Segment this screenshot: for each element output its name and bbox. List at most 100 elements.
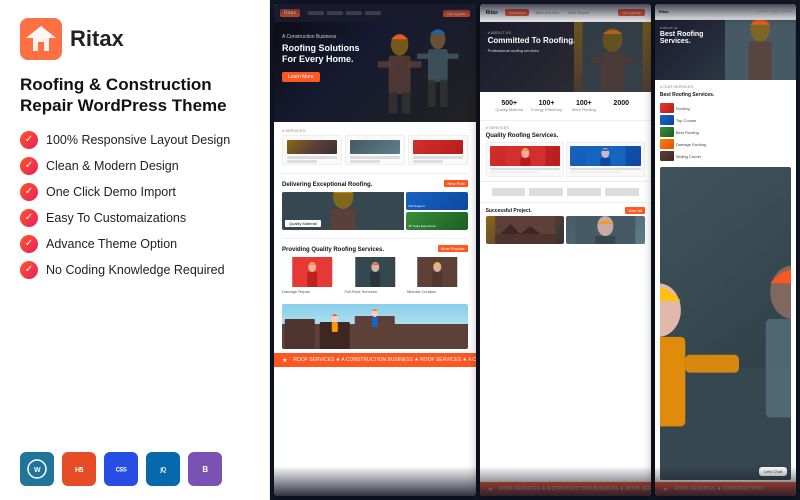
service-list-item: Damage Roofing bbox=[660, 139, 791, 149]
left-panel: Ritax Roofing & ConstructionRepair WordP… bbox=[0, 0, 270, 500]
service-item bbox=[566, 142, 645, 177]
partner-logo bbox=[567, 188, 601, 196]
hero3-image bbox=[725, 20, 796, 80]
service-name: Top Course bbox=[676, 118, 696, 123]
section2-images: Quality Material 24h Support 25 Years Ex… bbox=[282, 192, 468, 230]
service-labels: Damage Repair Full Roof Services Midular… bbox=[282, 289, 468, 294]
partner-logo bbox=[605, 188, 639, 196]
preview2-stats: 500+ Quality Material 100+ Energy Effici… bbox=[480, 92, 651, 121]
service-list-item: Best Roofing bbox=[660, 127, 791, 137]
svg-text:W: W bbox=[34, 467, 41, 474]
preview1-nav: Ritax Get Quote bbox=[274, 4, 476, 22]
service-list-item: Top Course bbox=[660, 115, 791, 125]
tab-overview: Overview bbox=[505, 9, 530, 16]
preview2-cta: Get Quote bbox=[618, 9, 644, 16]
preview1-hero-title: Roofing SolutionsFor Every Home. bbox=[282, 43, 359, 65]
divider bbox=[282, 238, 468, 239]
service-name: Sliding Corner bbox=[676, 154, 701, 159]
preview1-section3: Providing Quality Roofing Services. Most… bbox=[274, 241, 476, 300]
section-label: # SERVICES bbox=[282, 128, 468, 133]
tab-roof-repair: Roof Repair bbox=[565, 9, 592, 16]
feature-label: Clean & Modern Design bbox=[46, 159, 179, 173]
preview1-nav-cta: Get Quote bbox=[443, 10, 469, 17]
services-grid bbox=[282, 257, 468, 287]
preview1-section1: # SERVICES bbox=[274, 122, 476, 171]
services-title: Quality Roofing Services. bbox=[486, 133, 645, 139]
preview2-hero-image bbox=[574, 22, 651, 92]
preview1-hero: A Construction Business Roofing Solution… bbox=[274, 22, 476, 122]
preview2-hero-label: # ABOUT US bbox=[488, 30, 576, 35]
service-thumb bbox=[660, 115, 674, 125]
section2-title: Delivering Exceptional Roofing. bbox=[282, 182, 372, 188]
nav-link-bar bbox=[770, 10, 780, 13]
project-item bbox=[486, 216, 565, 244]
nav-link-bar bbox=[782, 10, 792, 13]
preview2-projects: Successful Project. View All bbox=[480, 203, 651, 248]
check-icon: ✓ bbox=[20, 209, 38, 227]
service-thumb bbox=[660, 151, 674, 161]
stat-years: 2000 bbox=[604, 100, 639, 112]
card-text-line-short bbox=[413, 160, 443, 163]
right-panel: Ritax Get Quote bbox=[270, 0, 800, 500]
service-label: Midular Curtains bbox=[407, 289, 468, 294]
card-image bbox=[287, 140, 337, 154]
stat-quality: 500+ Quality Material bbox=[492, 100, 527, 112]
preview2-hero-desc: Professional roofing services bbox=[488, 48, 576, 53]
preview3-logo: Ritax bbox=[659, 9, 669, 14]
tab-best-solution: Best Solution bbox=[532, 9, 562, 16]
feature-item: ✓ Advance Theme Option bbox=[20, 235, 249, 253]
section3-title: Providing Quality Roofing Services. bbox=[282, 247, 384, 253]
preview3-services-title: Best Roofing Services. bbox=[660, 92, 791, 98]
stat-label: Energy Efficiency bbox=[529, 107, 564, 112]
partner-logo bbox=[529, 188, 563, 196]
nav-link bbox=[346, 11, 362, 15]
project-item bbox=[566, 216, 645, 244]
hero3-label: # ABOUT US bbox=[660, 26, 704, 30]
feature-item: ✓ 100% Responsive Layout Design bbox=[20, 131, 249, 149]
check-icon: ✓ bbox=[20, 183, 38, 201]
service-grid-item bbox=[345, 257, 406, 287]
service-thumb bbox=[660, 127, 674, 137]
brand-logo-icon bbox=[20, 18, 62, 60]
badge-wordpress: W bbox=[20, 452, 54, 486]
tech-badges: W H5 CSS jQ B bbox=[20, 452, 249, 486]
svg-text:jQ: jQ bbox=[159, 468, 166, 474]
section3-badge: Most Popular bbox=[438, 245, 468, 252]
stat-num: 100+ bbox=[566, 100, 601, 107]
service-label: Full Roof Services bbox=[345, 289, 406, 294]
preview1-hero-btn: Learn More bbox=[282, 72, 320, 82]
svg-text:CSS: CSS bbox=[116, 468, 127, 474]
feature-item: ✓ Clean & Modern Design bbox=[20, 157, 249, 175]
preview3-nav-links bbox=[758, 10, 792, 13]
preview1-section2: Delivering Exceptional Roofing. New Post bbox=[274, 176, 476, 236]
preview2-services: # SERVICES Quality Roofing Services. bbox=[480, 121, 651, 181]
stat-num: 100+ bbox=[529, 100, 564, 107]
service-item bbox=[486, 142, 565, 177]
logo-area: Ritax bbox=[20, 18, 249, 60]
preview3-bottom-image: Let's Chat bbox=[660, 167, 791, 480]
preview2-logo-strip bbox=[480, 181, 651, 203]
badge-jquery: jQ bbox=[146, 452, 180, 486]
preview3-nav: Ritax bbox=[655, 4, 796, 20]
card-text-line bbox=[413, 156, 463, 159]
stat-num: 2000 bbox=[604, 100, 639, 107]
stat-num: 500+ bbox=[492, 100, 527, 107]
feature-label: Advance Theme Option bbox=[46, 237, 177, 251]
feature-item: ✓ No Coding Knowledge Required bbox=[20, 261, 249, 279]
services-row bbox=[486, 142, 645, 177]
img-label: Quality Material bbox=[285, 220, 321, 227]
ticker-text-2: ROOF SERVICES ★ A CONSTRUCTION BUSINESS … bbox=[499, 486, 651, 492]
text-line bbox=[570, 171, 619, 173]
service-card bbox=[282, 135, 342, 165]
preview2-nav: Ritax Overview Best Solution Roof Repair… bbox=[480, 4, 651, 22]
check-icon: ✓ bbox=[20, 261, 38, 279]
feature-label: One Click Demo Import bbox=[46, 185, 176, 199]
preview-column-2: Ritax Overview Best Solution Roof Repair… bbox=[480, 4, 651, 496]
card-image bbox=[350, 140, 400, 154]
feature-item: ✓ One Click Demo Import bbox=[20, 183, 249, 201]
chat-bubble[interactable]: Let's Chat bbox=[759, 467, 787, 476]
ticker-text: ROOF SERVICES ★ A CONSTRUCTION BUSINESS … bbox=[293, 357, 475, 363]
preview-column-3: Ritax # ABOUT US Best RoofingServices. bbox=[655, 4, 796, 496]
section2-badge: New Post bbox=[444, 180, 467, 187]
sub-img-label: 25 Years Experience bbox=[408, 224, 436, 228]
